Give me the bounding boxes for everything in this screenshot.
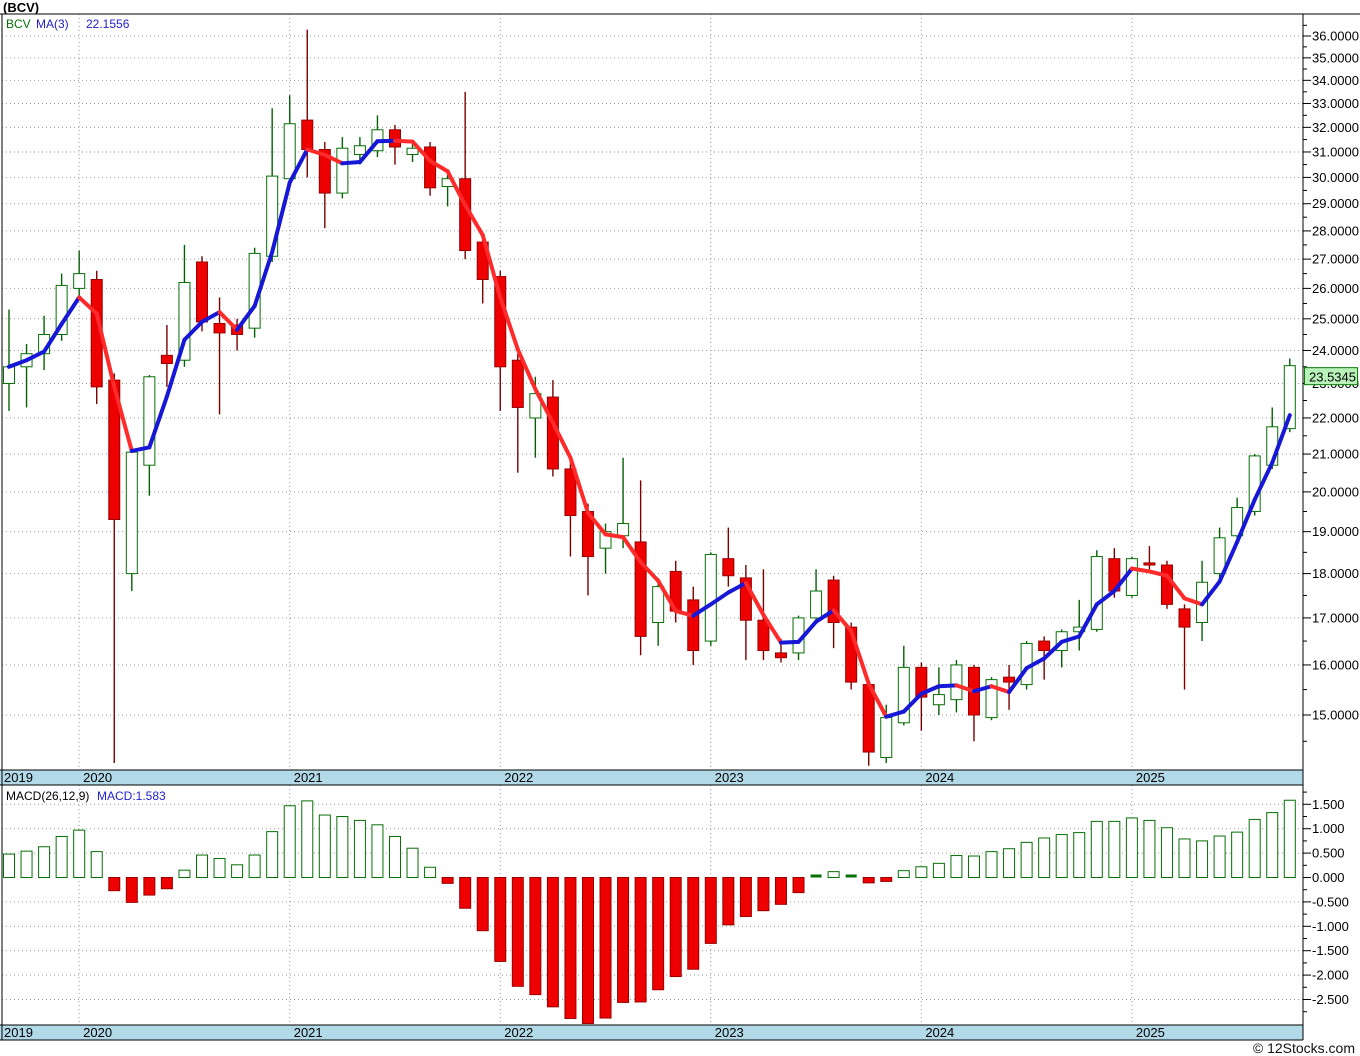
- svg-text:15.0000: 15.0000: [1312, 708, 1359, 723]
- svg-text:2019: 2019: [4, 770, 33, 785]
- svg-text:31.0000: 31.0000: [1312, 144, 1359, 159]
- svg-text:32.0000: 32.0000: [1312, 120, 1359, 135]
- copyright-watermark: © 12Stocks.com: [1252, 1040, 1355, 1056]
- svg-text:2022: 2022: [504, 1025, 533, 1040]
- svg-text:2025: 2025: [1136, 770, 1165, 785]
- svg-text:36.0000: 36.0000: [1312, 29, 1359, 44]
- svg-text:-2.500: -2.500: [1312, 992, 1349, 1007]
- svg-text:29.0000: 29.0000: [1312, 196, 1359, 211]
- legend-ma-label: MA(3): [36, 17, 69, 31]
- svg-text:25.0000: 25.0000: [1312, 311, 1359, 326]
- svg-text:2022: 2022: [504, 770, 533, 785]
- svg-text:26.0000: 26.0000: [1312, 281, 1359, 296]
- svg-text:22.0000: 22.0000: [1312, 410, 1359, 425]
- svg-text:33.0000: 33.0000: [1312, 96, 1359, 111]
- svg-text:1.000: 1.000: [1312, 821, 1345, 836]
- svg-text:28.0000: 28.0000: [1312, 223, 1359, 238]
- svg-text:2023: 2023: [715, 770, 744, 785]
- page-title: (BCV): [3, 0, 40, 15]
- chart-canvas: 2019 2020 2021 2022 2023 2024 2025 2019 2020 2021…: [0, 13, 1360, 1041]
- svg-text:30.0000: 30.0000: [1312, 170, 1359, 185]
- svg-text:27.0000: 27.0000: [1312, 252, 1359, 267]
- svg-text:2020: 2020: [83, 770, 112, 785]
- svg-text:17.0000: 17.0000: [1312, 610, 1359, 625]
- macd-axis: 1.500 1.000 0.500 0.000 -0.500 -1.000 -1.500 -2…: [1303, 791, 1349, 1013]
- svg-text:24.0000: 24.0000: [1312, 343, 1359, 358]
- macd-histogram: [3, 799, 1296, 1024]
- macd-indicator-value: MACD:1.583: [97, 789, 166, 803]
- svg-text:2025: 2025: [1136, 1025, 1165, 1040]
- candlestick-series: [3, 29, 1296, 766]
- svg-text:2019: 2019: [4, 1025, 33, 1040]
- svg-text:2023: 2023: [715, 1025, 744, 1040]
- svg-text:16.0000: 16.0000: [1312, 657, 1359, 672]
- svg-text:0.500: 0.500: [1312, 846, 1345, 861]
- x-axis-year-bands: 2019 2020 2021 2022 2023 2024 2025 2019 2020 2021…: [0, 769, 1303, 1041]
- last-price-box: 23.5345: [1304, 367, 1358, 386]
- svg-text:-1.500: -1.500: [1312, 943, 1349, 958]
- svg-text:20.0000: 20.0000: [1312, 484, 1359, 499]
- legend-symbol: BCV: [6, 17, 31, 31]
- svg-text:-0.500: -0.500: [1312, 894, 1349, 909]
- legend-ma-value: 22.1556: [86, 17, 130, 31]
- svg-text:35.0000: 35.0000: [1312, 50, 1359, 65]
- svg-text:2021: 2021: [294, 770, 323, 785]
- svg-text:34.0000: 34.0000: [1312, 73, 1359, 88]
- svg-text:23.5345: 23.5345: [1309, 370, 1356, 385]
- svg-text:-2.000: -2.000: [1312, 968, 1349, 983]
- svg-text:1.500: 1.500: [1312, 797, 1345, 812]
- moving-average-line: [7, 138, 1292, 719]
- svg-text:2020: 2020: [83, 1025, 112, 1040]
- svg-text:18.0000: 18.0000: [1312, 566, 1359, 581]
- svg-text:-1.000: -1.000: [1312, 919, 1349, 934]
- svg-text:21.0000: 21.0000: [1312, 447, 1359, 462]
- svg-text:2024: 2024: [925, 770, 954, 785]
- macd-indicator-label: MACD(26,12,9): [6, 789, 90, 803]
- svg-text:2021: 2021: [294, 1025, 323, 1040]
- svg-text:2024: 2024: [925, 1025, 954, 1040]
- svg-text:19.0000: 19.0000: [1312, 524, 1359, 539]
- svg-text:0.000: 0.000: [1312, 870, 1345, 885]
